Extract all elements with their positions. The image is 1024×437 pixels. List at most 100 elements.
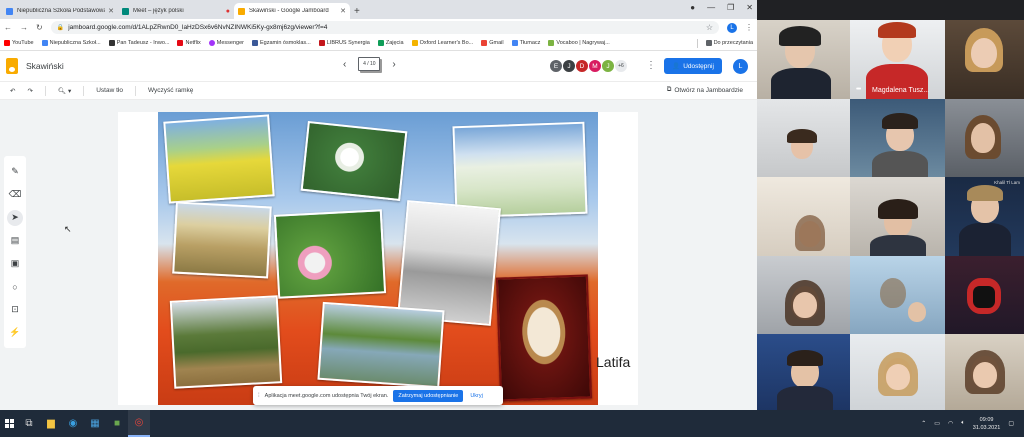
more-options-icon[interactable]: ⋮ bbox=[646, 60, 656, 71]
reload-icon[interactable]: ↻ bbox=[36, 23, 43, 32]
bookmark-netflix[interactable]: Netflix bbox=[177, 40, 201, 46]
clover-photo[interactable] bbox=[273, 209, 387, 299]
address-bar[interactable]: 🔒 jamboard.google.com/d/1ALpZRwnD0_laHzD… bbox=[50, 21, 719, 34]
more-collaborators-badge[interactable]: +6 bbox=[614, 59, 628, 73]
bookmark-star-icon[interactable]: ☆ bbox=[706, 23, 713, 32]
bookmark-vocaroo[interactable]: Vocaboo | Nagrywaj... bbox=[548, 40, 610, 46]
tab-meet[interactable]: Meet – język polski ● bbox=[118, 3, 234, 19]
drag-handle-icon[interactable]: ⁞ bbox=[258, 393, 260, 399]
circle-icon[interactable]: ○ bbox=[7, 279, 23, 295]
hide-button[interactable]: Ukryj bbox=[470, 393, 483, 399]
minimize-icon[interactable]: — bbox=[707, 3, 715, 12]
stop-sharing-button[interactable]: Zatrzymaj udostępnianie bbox=[393, 389, 464, 402]
file-explorer-icon[interactable]: ▆ bbox=[40, 410, 62, 437]
participant-tile[interactable] bbox=[757, 20, 850, 99]
sticky-note-icon[interactable]: ▤ bbox=[7, 233, 23, 249]
wifi-icon[interactable]: ◠ bbox=[948, 420, 953, 427]
account-avatar[interactable]: L bbox=[733, 59, 748, 74]
canvas-text[interactable]: Latifa bbox=[596, 354, 630, 370]
school-icon bbox=[41, 40, 48, 46]
bookmark-youtube[interactable]: YouTube bbox=[4, 40, 34, 46]
store-icon[interactable]: ▦ bbox=[84, 410, 106, 437]
minecraft-icon[interactable]: ■ bbox=[106, 410, 128, 437]
close-tab-icon[interactable]: ✕ bbox=[340, 7, 346, 15]
participant-tile[interactable] bbox=[945, 334, 1024, 410]
start-button[interactable] bbox=[0, 410, 18, 437]
network-icon[interactable]: ▭ bbox=[934, 420, 940, 427]
pen-icon[interactable]: ✎ bbox=[7, 164, 23, 180]
browser-profile-avatar[interactable]: L bbox=[727, 22, 737, 33]
clear-frame-button[interactable]: Wyczyść ramkę bbox=[148, 87, 193, 94]
lake-landscape-photo[interactable] bbox=[317, 301, 445, 389]
more-options-icon[interactable]: ••• bbox=[856, 86, 861, 93]
bookmark-zajecia[interactable]: Zajęcia bbox=[377, 40, 404, 46]
participant-tile[interactable] bbox=[850, 256, 945, 334]
participant-tile[interactable] bbox=[850, 99, 945, 177]
chrome-icon[interactable]: ◎ bbox=[128, 410, 150, 437]
buckwheat-flower-photo[interactable] bbox=[300, 120, 408, 202]
bookmark-school[interactable]: Niepubliczna Szkoł... bbox=[41, 40, 101, 46]
image-icon[interactable]: ▣ bbox=[7, 256, 23, 272]
new-tab-icon[interactable]: + bbox=[354, 6, 360, 17]
participant-tile[interactable]: ••• Magdalena Tusz... bbox=[850, 20, 945, 99]
select-arrow-icon[interactable]: ➤ bbox=[7, 209, 23, 226]
zoom-icon[interactable]: 🔍︎ ▾ bbox=[58, 87, 71, 95]
tab-title: Skawiński - Google Jamboard bbox=[249, 8, 329, 14]
rapeseed-field-photo[interactable] bbox=[163, 114, 275, 204]
back-icon[interactable]: ← bbox=[4, 23, 12, 32]
bookmark-pan-tadeusz[interactable]: Pan Tadeusz - Inwo... bbox=[108, 40, 169, 46]
clock[interactable]: 09:09 31.03.2021 bbox=[973, 416, 1001, 432]
madonna-icon-photo[interactable] bbox=[495, 274, 593, 402]
prev-frame-icon[interactable]: ‹ bbox=[343, 59, 346, 70]
bookmark-librus[interactable]: LIBRUS Synergia bbox=[318, 40, 370, 46]
profile-icon[interactable]: ● bbox=[690, 3, 695, 12]
participant-tile[interactable] bbox=[757, 177, 850, 256]
participant-tile[interactable] bbox=[850, 177, 945, 256]
close-tab-icon[interactable]: ● bbox=[226, 8, 230, 15]
laser-icon[interactable]: ⚡ bbox=[7, 325, 23, 341]
participant-tile[interactable] bbox=[757, 256, 850, 334]
bookmark-reading-list[interactable]: Do przeczytania bbox=[705, 40, 753, 46]
grain-field-photo[interactable] bbox=[172, 201, 272, 279]
system-tray: ⌃ ▭ ◠ 🔈︎ 09:09 31.03.2021 ▢ bbox=[921, 410, 1024, 437]
restore-icon[interactable]: ❐ bbox=[727, 3, 734, 12]
next-frame-icon[interactable]: › bbox=[392, 59, 395, 70]
jam-canvas[interactable]: Latifa bbox=[118, 112, 638, 405]
open-in-jamboard-button[interactable]: ⧉ Otwórz na Jamboardzie bbox=[667, 86, 743, 94]
volume-icon[interactable]: 🔈︎ bbox=[961, 420, 965, 427]
set-background-button[interactable]: Ustaw tło bbox=[96, 87, 123, 94]
bookmark-translate[interactable]: Tłumacz bbox=[511, 40, 540, 46]
notifications-icon[interactable]: ▢ bbox=[1008, 420, 1014, 427]
close-window-icon[interactable]: ✕ bbox=[746, 3, 753, 12]
countryside-trees-photo[interactable] bbox=[169, 295, 283, 389]
bookmark-messenger[interactable]: Messenger bbox=[208, 40, 244, 46]
frame-bar-button[interactable]: 4 / 10 bbox=[358, 57, 381, 71]
close-tab-icon[interactable]: ✕ bbox=[108, 7, 114, 15]
tab-school[interactable]: Niepubliczna Szkoła Podstawowa ✕ bbox=[2, 3, 118, 19]
bookmark-oxford[interactable]: Oxford Learner's Bo... bbox=[411, 40, 473, 46]
menu-kebab-icon[interactable]: ⋮ bbox=[745, 23, 753, 32]
participant-tile[interactable] bbox=[850, 334, 945, 410]
participant-tile[interactable] bbox=[945, 99, 1024, 177]
participant-tile[interactable] bbox=[757, 99, 850, 177]
tab-jamboard[interactable]: Skawiński - Google Jamboard ✕ bbox=[234, 3, 350, 19]
forward-icon[interactable]: → bbox=[20, 23, 28, 32]
participant-tile[interactable] bbox=[757, 334, 850, 410]
toolbar-divider bbox=[134, 85, 136, 96]
participant-tile[interactable]: Khalil Tl Lam bbox=[945, 177, 1024, 256]
tray-chevron-icon[interactable]: ⌃ bbox=[921, 420, 926, 427]
eraser-icon[interactable]: ⌫ bbox=[7, 187, 23, 203]
jam-title[interactable]: Skawiński bbox=[26, 61, 64, 71]
undo-icon[interactable]: ↶ bbox=[10, 87, 15, 95]
redo-icon[interactable]: ↷ bbox=[27, 87, 32, 95]
bookmark-gmail[interactable]: Gmail bbox=[481, 40, 504, 46]
task-view-icon[interactable]: ⧉ bbox=[18, 410, 40, 437]
bookmark-egzamin[interactable]: Egzamin ósmoklas... bbox=[251, 40, 311, 46]
participant-tile[interactable] bbox=[945, 20, 1024, 99]
buckwheat-field-photo[interactable] bbox=[452, 121, 588, 219]
church-engraving-photo[interactable] bbox=[397, 200, 501, 326]
participant-tile[interactable] bbox=[945, 256, 1024, 334]
edge-icon[interactable]: ◉ bbox=[62, 410, 84, 437]
share-button[interactable]: 👤 Udostępnij bbox=[664, 58, 722, 74]
text-box-icon[interactable]: ⊡ bbox=[7, 302, 23, 318]
